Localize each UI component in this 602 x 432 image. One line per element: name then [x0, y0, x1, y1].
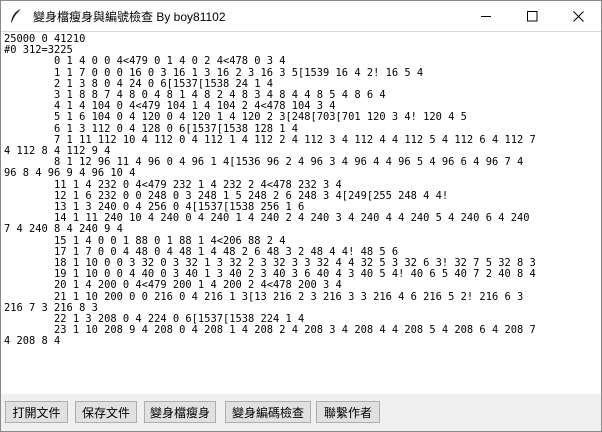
- editor-line: #0 312=3225: [4, 44, 73, 57]
- text-editor[interactable]: 25000 0 41210 #0 312=3225 0 1 4 0 0 4<47…: [1, 31, 601, 395]
- minimize-button[interactable]: [463, 1, 509, 31]
- editor-line: 5 1 6 104 0 4 120 0 4 120 1 4 120 2 3[24…: [4, 111, 467, 124]
- minimize-icon: [480, 15, 491, 17]
- open-file-button[interactable]: 打開文件: [5, 401, 68, 423]
- slim-file-button[interactable]: 變身檔瘦身: [144, 401, 216, 423]
- editor-line: 2 1 3 8 0 4 24 0 6[1537[1538 24 1 4: [4, 77, 273, 90]
- app-window: 變身檔瘦身與編號檢查 By boy81102 25000 0 41210 #0 …: [0, 0, 602, 432]
- editor-line: 14 1 11 240 10 4 240 0 4 240 1 4 240 2 4…: [4, 212, 530, 225]
- editor-line: 8 1 12 96 11 4 96 0 4 96 1 4[1536 96 2 4…: [4, 156, 524, 169]
- maximize-icon: [526, 10, 537, 21]
- editor-line: 6 1 3 112 0 4 128 0 6[1537[1538 128 1 4: [4, 122, 299, 135]
- save-file-button[interactable]: 保存文件: [75, 401, 137, 423]
- editor-line: 11 1 4 232 0 4<479 232 1 4 232 2 4<478 2…: [4, 178, 342, 191]
- title-bar[interactable]: 變身檔瘦身與編號檢查 By boy81102: [1, 1, 601, 31]
- editor-line: 21 1 10 200 0 0 216 0 4 216 1 3[13 216 2…: [4, 290, 524, 303]
- editor-line: 1 1 7 0 0 0 16 0 3 16 1 3 16 2 3 16 3 5[…: [4, 66, 424, 79]
- editor-line: 3 1 8 8 7 4 8 0 4 8 1 4 8 2 4 8 3 4 8 4 …: [4, 89, 386, 102]
- editor-line: 4 112 8 4 112 9 4: [4, 145, 111, 158]
- close-button[interactable]: [555, 1, 601, 31]
- editor-line: 19 1 10 0 0 4 40 0 3 40 1 3 40 2 3 40 3 …: [4, 268, 536, 281]
- editor-line: 23 1 10 208 9 4 208 0 4 208 1 4 208 2 4 …: [4, 324, 536, 337]
- close-icon: [572, 10, 584, 22]
- editor-line: 0 1 4 0 0 4<479 0 1 4 0 2 4<478 0 3 4: [4, 55, 286, 68]
- maximize-button[interactable]: [509, 1, 555, 31]
- editor-line: 15 1 4 0 0 1 88 0 1 88 1 4<206 88 2 4: [4, 234, 286, 247]
- editor-line: 216 7 3 216 8 3: [4, 301, 98, 314]
- editor-line: 25000 0 41210: [4, 33, 86, 45]
- editor-line: 7 1 11 112 10 4 112 0 4 112 1 4 112 2 4 …: [4, 133, 536, 146]
- editor-line: 7 4 240 8 4 240 9 4: [4, 223, 123, 236]
- editor-line: 13 1 3 240 0 4 256 0 4[1537[1538 256 1 6: [4, 201, 305, 214]
- editor-line: 20 1 4 200 0 4<479 200 1 4 200 2 4<478 2…: [4, 279, 342, 292]
- editor-line: 12 1 6 232 0 0 248 0 3 248 1 5 248 2 6 2…: [4, 189, 449, 202]
- editor-line: 22 1 3 208 0 4 224 0 6[1537[1538 224 1 4: [4, 313, 305, 326]
- editor-line: 4 208 8 4: [4, 335, 61, 348]
- window-title: 變身檔瘦身與編號檢查 By boy81102: [33, 10, 226, 24]
- editor-line: 96 8 4 96 9 4 96 10 4: [4, 167, 136, 180]
- editor-line: 18 1 10 0 0 3 32 0 3 32 1 3 32 2 3 32 3 …: [4, 257, 536, 270]
- editor-content[interactable]: 25000 0 41210 #0 312=3225 0 1 4 0 0 4<47…: [1, 32, 601, 348]
- button-bar: 打開文件 保存文件 變身檔瘦身 變身編碼檢查 聯繫作者: [1, 394, 601, 431]
- editor-line: 17 1 7 0 0 4 48 0 4 48 1 4 48 2 6 48 3 2…: [4, 245, 399, 258]
- editor-line: 4 1 4 104 0 4<479 104 1 4 104 2 4<478 10…: [4, 100, 336, 113]
- feather-icon: [9, 8, 23, 24]
- contact-author-button[interactable]: 聯繫作者: [316, 401, 380, 423]
- check-numbering-button[interactable]: 變身編碼檢查: [225, 401, 311, 423]
